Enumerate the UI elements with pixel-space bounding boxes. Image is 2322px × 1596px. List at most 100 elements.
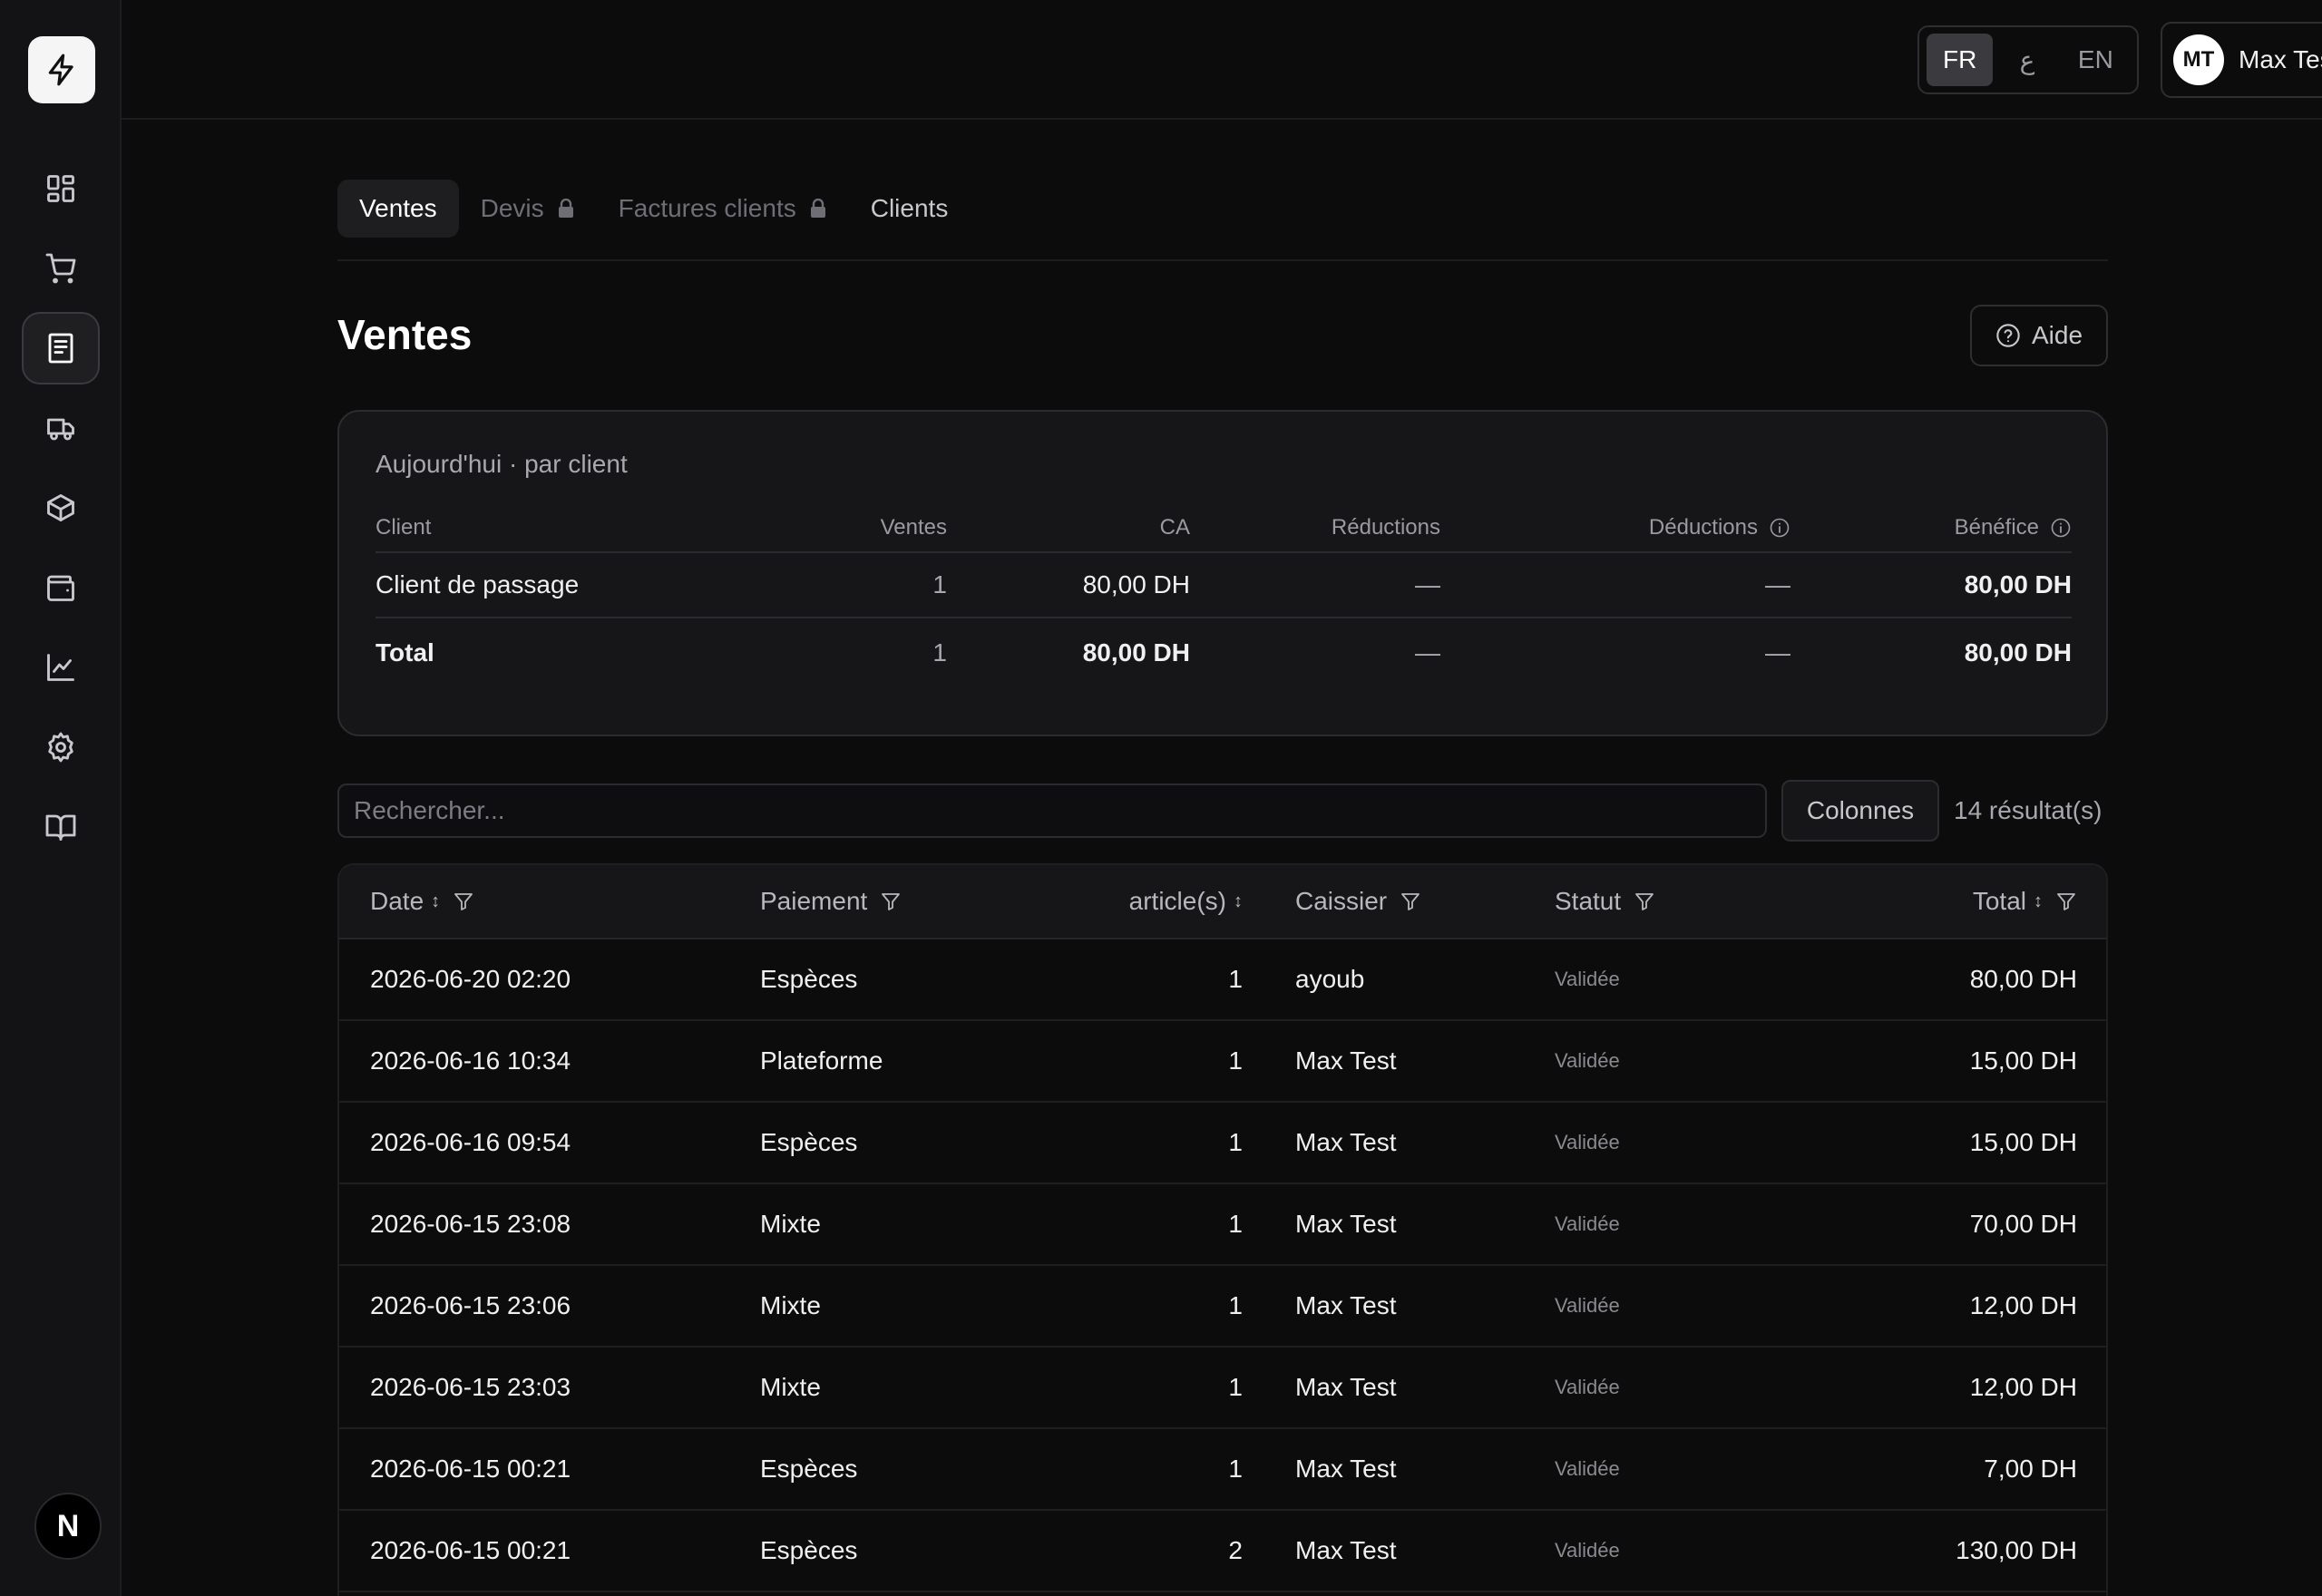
row-paiement: Espèces — [760, 1536, 858, 1564]
row-statut: Validée — [1555, 1131, 1620, 1153]
col-caissier[interactable]: Caissier — [1295, 865, 1421, 938]
row-caissier: Max Test — [1295, 1128, 1397, 1156]
section-tabs: Ventes Devis Factures clients Clients — [337, 180, 970, 238]
lang-ar[interactable]: ع — [2000, 34, 2054, 86]
row-total: 7,00 DH — [1984, 1455, 2077, 1483]
row-statut: Validée — [1555, 1049, 1620, 1072]
row-date: 2026-06-15 00:21 — [370, 1536, 571, 1564]
row-articles: 1 — [1228, 1046, 1243, 1075]
filter-icon[interactable] — [1400, 890, 1421, 912]
tab-ventes[interactable]: Ventes — [337, 180, 459, 238]
row-paiement: Espèces — [760, 965, 858, 993]
table-row[interactable]: 2026-06-15 00:21 Espèces 1 Max Test Vali… — [339, 1429, 2106, 1511]
col-articles[interactable]: article(s) ↕ — [1129, 865, 1243, 938]
sidebar-item-delivery[interactable] — [0, 392, 122, 464]
lang-en[interactable]: EN — [2062, 34, 2130, 86]
col-statut[interactable]: Statut — [1555, 865, 1655, 938]
sort-icon: ↕ — [1234, 890, 1243, 911]
filter-icon[interactable] — [1634, 890, 1655, 912]
summary-col-reductions: Réductions — [1331, 515, 1440, 540]
box-icon — [47, 494, 74, 521]
summary-subtitle: Aujourd'hui · par client — [376, 450, 628, 478]
table-row[interactable]: 2026-06-15 23:06 Mixte 1 Max Test Validé… — [339, 1266, 2106, 1348]
table-row[interactable]: 2026-06-15 23:08 Mixte 1 Max Test Validé… — [339, 1184, 2106, 1266]
row-date: 2026-06-15 23:03 — [370, 1373, 571, 1401]
sidebar-item-settings[interactable] — [0, 711, 122, 783]
table-row[interactable]: 2026-06-16 10:34 Plateforme 1 Max Test V… — [339, 1021, 2106, 1103]
user-menu[interactable]: MT Max Test — [2161, 22, 2322, 98]
table-row[interactable]: 2026-06-15 00:21 Espèces 2 Max Test Vali… — [339, 1511, 2106, 1592]
table-row[interactable]: 2026-06-15 23:03 Mixte 1 Max Test Validé… — [339, 1348, 2106, 1429]
summary-col-benefice: Bénéfice — [1955, 504, 2072, 551]
sidebar-item-cart[interactable] — [0, 232, 122, 305]
avatar: MT — [2173, 34, 2224, 85]
tab-clients[interactable]: Clients — [849, 180, 971, 238]
row-date: 2026-06-15 23:06 — [370, 1291, 571, 1319]
app-logo[interactable] — [28, 36, 95, 103]
next-badge[interactable]: N — [34, 1493, 102, 1560]
summary-total-deductions: — — [1765, 638, 1790, 667]
summary-benefice: 80,00 DH — [1964, 570, 2072, 598]
summary-ca: 80,00 DH — [1082, 570, 1190, 598]
row-total: 15,00 DH — [1969, 1128, 2077, 1156]
sidebar-item-docs[interactable] — [0, 791, 122, 863]
table-row[interactable]: 2026-06-16 09:54 Espèces 1 Max Test Vali… — [339, 1103, 2106, 1184]
help-button[interactable]: Aide — [1970, 305, 2108, 366]
summary-col-ventes: Ventes — [880, 515, 947, 540]
sidebar-item-products[interactable] — [0, 472, 122, 544]
sidebar-item-wallet[interactable] — [0, 551, 122, 624]
row-paiement: Mixte — [760, 1373, 821, 1401]
columns-button[interactable]: Colonnes — [1781, 780, 1939, 842]
row-caissier: Max Test — [1295, 1373, 1397, 1401]
summary-reductions: — — [1415, 570, 1440, 598]
sort-icon: ↕ — [431, 890, 441, 911]
dashboard-icon — [47, 175, 74, 202]
summary-col-deductions: Déductions — [1649, 504, 1790, 551]
row-caissier: Max Test — [1295, 1455, 1397, 1483]
row-total: 70,00 DH — [1969, 1210, 2077, 1238]
summary-total-ca: 80,00 DH — [1082, 638, 1190, 667]
info-icon[interactable] — [2050, 517, 2072, 539]
row-articles: 1 — [1228, 1210, 1243, 1238]
lang-fr[interactable]: FR — [1927, 34, 1994, 86]
summary-client: Client de passage — [376, 570, 580, 598]
row-articles: 2 — [1228, 1536, 1243, 1564]
row-date: 2026-06-15 23:08 — [370, 1210, 571, 1238]
row-articles: 1 — [1228, 1291, 1243, 1319]
user-name: Max Test — [2239, 45, 2322, 73]
row-caissier: Max Test — [1295, 1210, 1397, 1238]
summary-deductions: — — [1765, 570, 1790, 598]
summary-total-benefice: 80,00 DH — [1964, 638, 2072, 667]
filter-icon[interactable] — [453, 890, 474, 912]
filter-icon[interactable] — [880, 890, 902, 912]
language-switcher: FR ع EN — [1917, 25, 2139, 94]
sidebar-item-dashboard[interactable] — [0, 152, 122, 225]
table-row[interactable]: 2026-06-20 02:20 Espèces 1 ayoub Validée… — [339, 939, 2106, 1021]
row-statut: Validée — [1555, 968, 1620, 990]
row-statut: Validée — [1555, 1294, 1620, 1317]
row-statut: Validée — [1555, 1376, 1620, 1398]
row-caissier: Max Test — [1295, 1536, 1397, 1564]
search-input[interactable] — [337, 783, 1767, 838]
row-articles: 1 — [1228, 1455, 1243, 1483]
chart-icon — [47, 654, 74, 681]
row-date: 2026-06-16 09:54 — [370, 1128, 571, 1156]
col-total[interactable]: Total ↕ — [1973, 865, 2077, 938]
info-icon[interactable] — [1769, 517, 1790, 539]
table-header: Date ↕ Paiement article(s) ↕ Caissier Stat… — [339, 865, 2106, 939]
lock-icon — [558, 199, 573, 218]
sidebar-item-sales[interactable] — [0, 312, 122, 384]
tab-devis[interactable]: Devis — [459, 180, 597, 238]
wallet-icon — [47, 575, 74, 601]
col-date[interactable]: Date ↕ — [370, 865, 474, 938]
gear-icon — [48, 732, 73, 763]
cart-icon — [45, 253, 76, 284]
summary-total-ventes: 1 — [932, 638, 947, 667]
filter-icon[interactable] — [2055, 890, 2077, 912]
col-paiement[interactable]: Paiement — [760, 865, 902, 938]
tabs-divider — [337, 259, 2108, 261]
sidebar-item-reports[interactable] — [0, 631, 122, 704]
row-total: 12,00 DH — [1969, 1373, 2077, 1401]
row-caissier: Max Test — [1295, 1291, 1397, 1319]
tab-factures-clients[interactable]: Factures clients — [597, 180, 849, 238]
